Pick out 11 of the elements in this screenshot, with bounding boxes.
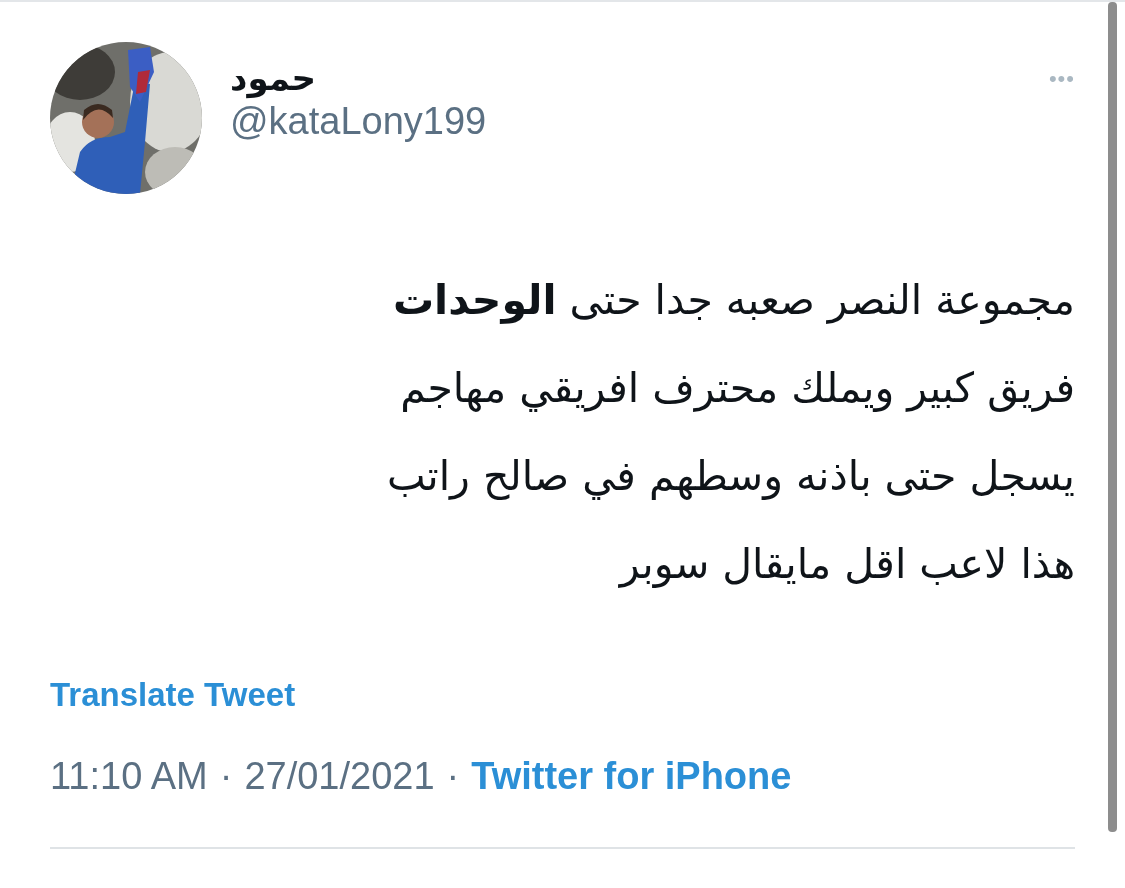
tweet-date: 27/01/2021 <box>244 753 435 799</box>
source-link[interactable]: Twitter for iPhone <box>471 747 792 805</box>
scrollbar[interactable] <box>1108 2 1117 832</box>
separator: · <box>219 753 233 799</box>
author-handle: @kataLony199 <box>230 99 488 144</box>
more-options-button[interactable]: ••• <box>1048 68 1075 90</box>
separator: · <box>446 753 460 799</box>
translate-link[interactable]: Translate Tweet <box>50 670 296 720</box>
author-name: حمود <box>230 58 318 99</box>
tweet-time: 11:10 AM <box>50 753 208 799</box>
tweet-text: مجموعة النصر صعبه جدا حتى الوحدات فريق كبير ويملك محترف افريقي مهاجم يسجل حتى باذنه وسطهم في صالح راتب هذا لاعب اقل مايقال سوبر <box>386 275 1075 590</box>
